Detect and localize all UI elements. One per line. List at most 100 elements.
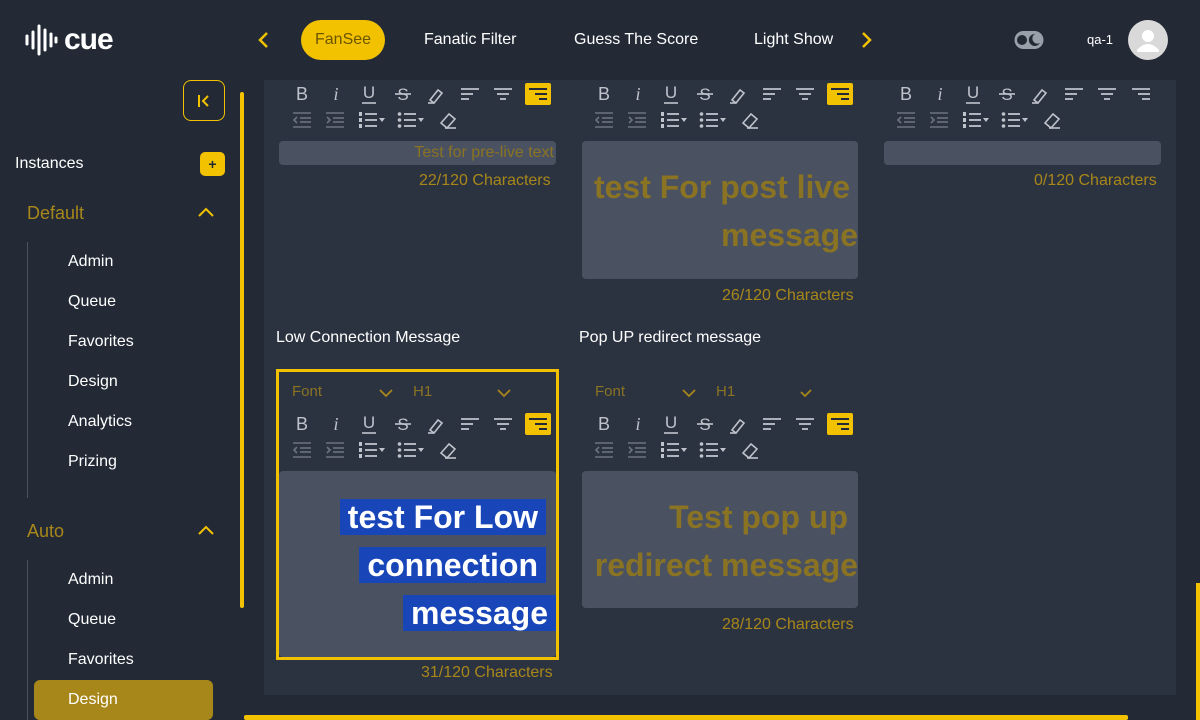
avatar[interactable]: [1128, 20, 1168, 60]
collapse-sidebar-button[interactable]: [183, 80, 225, 121]
numbered-list-icon[interactable]: [357, 108, 387, 132]
chevron-down-icon[interactable]: [798, 388, 814, 398]
third-editor[interactable]: [884, 141, 1161, 165]
group-auto-title[interactable]: Auto: [27, 521, 64, 542]
outdent-icon[interactable]: [290, 108, 314, 132]
align-center-icon[interactable]: [793, 412, 819, 436]
chevron-left-icon: [258, 32, 268, 48]
bold-icon[interactable]: B: [290, 82, 316, 106]
indent-icon[interactable]: [625, 108, 649, 132]
chevron-up-icon[interactable]: [197, 524, 215, 536]
bullet-list-icon[interactable]: [1000, 108, 1030, 132]
tab-light-show[interactable]: Light Show: [754, 20, 833, 60]
highlighter-icon[interactable]: [726, 412, 752, 436]
indent-icon[interactable]: [927, 108, 951, 132]
font-select[interactable]: Font: [595, 383, 625, 400]
underline-icon[interactable]: U: [357, 82, 383, 106]
post-live-editor[interactable]: test For post live message: [582, 141, 858, 279]
tabs-scroll-right-button[interactable]: [856, 28, 876, 52]
chevron-up-icon[interactable]: [197, 206, 215, 218]
logo[interactable]: cue: [24, 22, 134, 58]
pre-live-char-count: 22/120 Characters: [419, 172, 551, 189]
italic-icon[interactable]: i: [626, 82, 652, 106]
sidebar-item-admin[interactable]: Admin: [68, 571, 113, 589]
chevron-down-icon[interactable]: [681, 388, 697, 398]
chevron-down-icon[interactable]: [378, 388, 394, 398]
tab-fansee[interactable]: FanSee: [301, 20, 386, 60]
sidebar-item-analytics[interactable]: Analytics: [68, 413, 132, 431]
outdent-icon[interactable]: [592, 438, 616, 462]
sidebar-item-design[interactable]: Design: [68, 373, 118, 391]
outdent-icon[interactable]: [592, 108, 616, 132]
sidebar-item-admin[interactable]: Admin: [68, 253, 113, 271]
tab-fanatic-filter[interactable]: Fanatic Filter: [424, 20, 516, 60]
underline-icon[interactable]: U: [659, 412, 685, 436]
align-left-icon[interactable]: [1062, 82, 1088, 106]
bold-icon[interactable]: B: [592, 412, 618, 436]
main-scrollbar-vertical[interactable]: [1196, 583, 1200, 720]
bullet-list-icon[interactable]: [396, 108, 426, 132]
low-connection-editor[interactable]: test For Low connection message: [279, 471, 556, 657]
svg-text:U: U: [665, 83, 677, 102]
eraser-icon[interactable]: [738, 108, 762, 132]
indent-icon[interactable]: [323, 108, 347, 132]
sidebar-item-favorites[interactable]: Favorites: [68, 333, 134, 351]
eraser-icon[interactable]: [436, 108, 460, 132]
bullet-list-icon[interactable]: [698, 108, 728, 132]
italic-icon[interactable]: i: [626, 412, 652, 436]
eraser-icon[interactable]: [738, 438, 762, 462]
highlighter-icon[interactable]: [726, 82, 752, 106]
strikethrough-icon[interactable]: S: [693, 82, 719, 106]
italic-icon[interactable]: i: [928, 82, 954, 106]
align-center-icon[interactable]: [491, 82, 517, 106]
align-center-icon[interactable]: [1095, 82, 1121, 106]
highlighter-icon[interactable]: [424, 82, 450, 106]
tab-guess-the-score[interactable]: Guess The Score: [574, 20, 698, 60]
popup-editor[interactable]: Test pop up redirect message: [582, 471, 858, 608]
sidebar-scrollbar[interactable]: [240, 92, 244, 608]
bullet-list-icon[interactable]: [698, 438, 728, 462]
eraser-icon[interactable]: [1040, 108, 1064, 132]
outdent-icon[interactable]: [894, 108, 918, 132]
align-right-icon[interactable]: [1129, 82, 1155, 106]
numbered-list-icon[interactable]: [659, 438, 689, 462]
sidebar-item-design-active[interactable]: Design: [34, 680, 213, 720]
align-right-icon-active[interactable]: [826, 412, 853, 436]
indent-icon[interactable]: [625, 438, 649, 462]
highlighter-icon[interactable]: [1028, 82, 1054, 106]
heading-select[interactable]: H1: [716, 383, 735, 400]
bold-icon[interactable]: B: [592, 82, 618, 106]
strikethrough-icon[interactable]: S: [995, 82, 1021, 106]
strikethrough-icon[interactable]: S: [391, 82, 417, 106]
theme-toggle[interactable]: [1014, 30, 1044, 50]
pre-live-editor[interactable]: Test for pre-live text: [279, 141, 556, 165]
svg-text:i: i: [937, 84, 942, 104]
main-scrollbar-horizontal[interactable]: [244, 715, 1128, 720]
sidebar-item-queue[interactable]: Queue: [68, 293, 116, 311]
align-right-icon-active[interactable]: [826, 82, 853, 106]
align-right-icon-active[interactable]: [524, 82, 551, 106]
heading-select[interactable]: H1: [413, 383, 432, 400]
svg-text:B: B: [900, 84, 912, 104]
svg-text:i: i: [635, 414, 640, 434]
align-left-icon[interactable]: [760, 82, 786, 106]
sidebar-item-queue[interactable]: Queue: [68, 611, 116, 629]
align-left-icon[interactable]: [458, 82, 484, 106]
underline-icon[interactable]: U: [961, 82, 987, 106]
numbered-list-icon[interactable]: [659, 108, 689, 132]
strikethrough-icon[interactable]: S: [693, 412, 719, 436]
group-default-title[interactable]: Default: [27, 203, 84, 224]
chevron-down-icon[interactable]: [496, 388, 512, 398]
svg-text:B: B: [598, 414, 610, 434]
add-instance-button[interactable]: +: [200, 152, 225, 176]
italic-icon[interactable]: i: [324, 82, 350, 106]
sidebar-item-prizing[interactable]: Prizing: [68, 453, 117, 471]
bold-icon[interactable]: B: [894, 82, 920, 106]
tabs-scroll-left-button[interactable]: [254, 28, 274, 52]
font-select[interactable]: Font: [292, 383, 322, 400]
numbered-list-icon[interactable]: [961, 108, 991, 132]
underline-icon[interactable]: U: [659, 82, 685, 106]
align-left-icon[interactable]: [760, 412, 786, 436]
align-center-icon[interactable]: [793, 82, 819, 106]
sidebar-item-favorites[interactable]: Favorites: [68, 651, 134, 669]
